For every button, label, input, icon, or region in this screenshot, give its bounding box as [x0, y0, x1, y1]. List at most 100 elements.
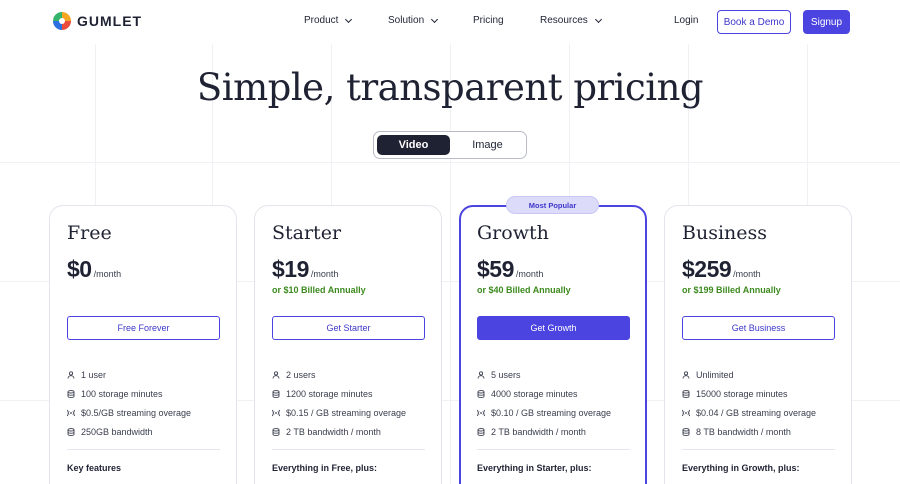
- annual-billing-note: or $40 Billed Annually: [477, 285, 571, 295]
- price-period: /month: [93, 269, 122, 279]
- feature-text: 1200 storage minutes: [286, 388, 373, 399]
- feature-list: Unlimited 15000 storage minutes $0.04 / GB…: [682, 365, 835, 441]
- feature-text: 8 TB bandwidth / month: [696, 426, 791, 437]
- nav-solution[interactable]: Solution: [388, 15, 439, 26]
- brand-name: GUMLET: [77, 13, 143, 29]
- feature-item: 1 user: [67, 365, 220, 384]
- feature-item: 2 TB bandwidth / month: [477, 422, 630, 441]
- feature-item: 5 users: [477, 365, 630, 384]
- feature-text: 100 storage minutes: [81, 388, 163, 399]
- chevron-down-icon: [345, 15, 353, 23]
- feature-item: 100 storage minutes: [67, 384, 220, 403]
- chevron-down-icon: [431, 15, 439, 23]
- storage-icon: [272, 389, 280, 398]
- user-icon: [272, 370, 280, 379]
- features-heading: Key features: [67, 463, 122, 473]
- feature-text: 2 TB bandwidth / month: [286, 426, 381, 437]
- plan-name: Free: [67, 222, 112, 244]
- price-period: /month: [733, 269, 761, 279]
- signup-button[interactable]: Signup: [803, 10, 850, 34]
- storage-icon: [477, 389, 485, 398]
- plan-price: $0/month: [67, 256, 121, 283]
- product-toggle: Video Image: [373, 131, 527, 159]
- bandwidth-icon: [67, 427, 75, 436]
- price-amount: $19: [272, 256, 309, 282]
- storage-icon: [682, 389, 690, 398]
- feature-list: 5 users 4000 storage minutes $0.10 / GB st…: [477, 365, 630, 441]
- feature-text: 1 user: [81, 369, 107, 380]
- feature-text: $0.04 / GB streaming overage: [696, 407, 817, 418]
- features-heading: Everything in Starter, plus:: [477, 463, 592, 473]
- plan-cta-button[interactable]: Free Forever: [67, 316, 220, 340]
- feature-text: 2 users: [286, 369, 316, 380]
- plan-card-growth: Growth $59/month or $40 Billed Annually Get…: [459, 205, 647, 484]
- feature-text: 4000 storage minutes: [491, 388, 578, 399]
- toggle-image[interactable]: Image: [451, 135, 524, 155]
- feature-text: Unlimited: [696, 369, 734, 380]
- plan-price: $59/month: [477, 256, 543, 283]
- chevron-down-icon: [594, 15, 602, 23]
- nav-solution-label: Solution: [388, 15, 425, 26]
- most-popular-badge: Most Popular: [506, 196, 599, 214]
- plan-card-starter: Starter $19/month or $10 Billed Annually Ge…: [254, 205, 442, 484]
- annual-billing-note: or $199 Billed Annually: [682, 285, 781, 295]
- feature-item: 2 users: [272, 365, 425, 384]
- price-period: /month: [515, 269, 544, 279]
- plan-name: Growth: [477, 222, 549, 244]
- price-amount: $59: [477, 256, 514, 282]
- user-icon: [67, 370, 75, 379]
- user-icon: [477, 370, 485, 379]
- feature-item: $0.10 / GB streaming overage: [477, 403, 630, 422]
- features-heading: Everything in Growth, plus:: [682, 463, 800, 473]
- feature-item: 8 TB bandwidth / month: [682, 422, 835, 441]
- plan-card-business: Business $259/month or $199 Billed Annuall…: [664, 205, 852, 484]
- divider: [272, 449, 425, 450]
- login-link[interactable]: Login: [674, 15, 698, 26]
- streaming-icon: [477, 409, 485, 417]
- feature-list: 2 users 1200 storage minutes $0.15 / GB st…: [272, 365, 425, 441]
- plan-cta-button[interactable]: Get Business: [682, 316, 835, 340]
- plan-name: Starter: [272, 222, 342, 244]
- gumlet-logo-icon: [53, 12, 71, 30]
- feature-item: 15000 storage minutes: [682, 384, 835, 403]
- feature-text: 5 users: [491, 369, 521, 380]
- annual-billing-note: or $10 Billed Annually: [272, 285, 366, 295]
- nav-resources-label: Resources: [540, 15, 588, 26]
- feature-text: $0.5/GB streaming overage: [81, 407, 192, 418]
- divider: [67, 449, 220, 450]
- streaming-icon: [682, 409, 690, 417]
- feature-text: $0.10 / GB streaming overage: [491, 407, 612, 418]
- nav-pricing[interactable]: Pricing: [473, 15, 504, 26]
- feature-text: 15000 storage minutes: [696, 388, 788, 399]
- bandwidth-icon: [477, 427, 485, 436]
- feature-text: $0.15 / GB streaming overage: [286, 407, 407, 418]
- feature-item: Unlimited: [682, 365, 835, 384]
- plan-cta-button[interactable]: Get Growth: [477, 316, 630, 340]
- streaming-icon: [67, 409, 75, 417]
- feature-list: 1 user 100 storage minutes $0.5/GB streami…: [67, 365, 220, 441]
- feature-text: 2 TB bandwidth / month: [491, 426, 586, 437]
- feature-item: 250GB bandwidth: [67, 422, 220, 441]
- plan-price: $259/month: [682, 256, 761, 283]
- feature-item: $0.5/GB streaming overage: [67, 403, 220, 422]
- toggle-video[interactable]: Video: [377, 135, 450, 155]
- feature-item: 1200 storage minutes: [272, 384, 425, 403]
- divider: [682, 449, 835, 450]
- price-period: /month: [310, 269, 339, 279]
- features-heading: Everything in Free, plus:: [272, 463, 378, 473]
- divider: [477, 449, 630, 450]
- plan-price: $19/month: [272, 256, 338, 283]
- nav-product[interactable]: Product: [304, 15, 353, 26]
- price-amount: $259: [682, 256, 732, 282]
- book-demo-button[interactable]: Book a Demo: [717, 10, 791, 34]
- site-header: GUMLET Product Solution Pricing Resource…: [0, 0, 900, 44]
- brand-logo[interactable]: GUMLET: [53, 12, 142, 30]
- plan-cta-button[interactable]: Get Starter: [272, 316, 425, 340]
- page-title: Simple, transparent pricing: [196, 66, 704, 109]
- feature-item: 2 TB bandwidth / month: [272, 422, 425, 441]
- storage-icon: [67, 389, 75, 398]
- feature-item: $0.04 / GB streaming overage: [682, 403, 835, 422]
- nav-pricing-label: Pricing: [473, 15, 504, 26]
- nav-resources[interactable]: Resources: [540, 15, 602, 26]
- plan-name: Business: [682, 222, 768, 244]
